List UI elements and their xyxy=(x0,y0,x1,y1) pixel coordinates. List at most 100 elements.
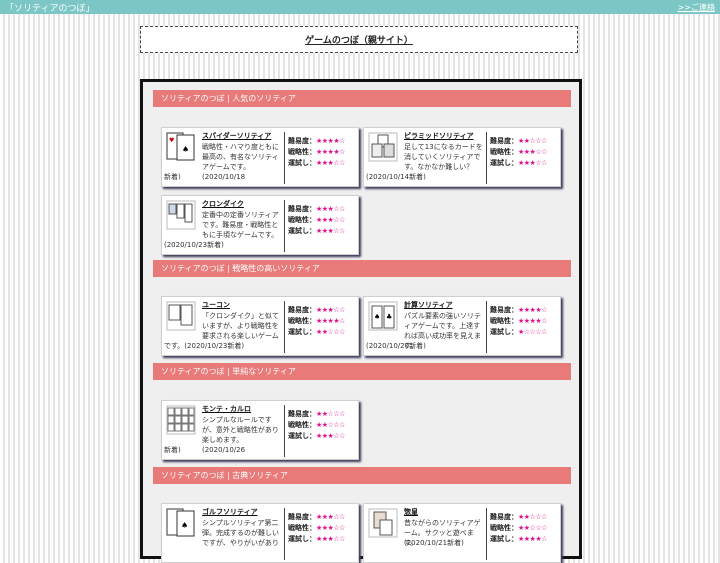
difficulty-stars: ★★★★☆ xyxy=(518,306,547,314)
game-card-calculation[interactable]: ♠ ♣ 計算ソリティア パズル要素の強いソリティアゲームです。上達すれば高い成功率… xyxy=(363,296,561,356)
divider xyxy=(284,508,285,560)
divider xyxy=(486,132,487,184)
strategy-label: 戦略性： xyxy=(288,421,316,429)
ratings: 難易度：★★☆☆☆ 戦略性：★★★☆☆ 運試し：★★★☆☆ xyxy=(490,136,547,169)
strategy-stars: ★★★★☆ xyxy=(316,148,345,156)
divider xyxy=(284,301,285,353)
strategy-stars: ★★☆☆☆ xyxy=(316,421,345,429)
strategy-stars: ★★★☆☆ xyxy=(316,216,345,224)
game-desc: シンプルソリティア第二弾。完成するのが難しいですが、やりがいがあり xyxy=(202,519,279,547)
svg-text:♣: ♣ xyxy=(386,313,392,321)
ratings: 難易度：★★★★☆ 戦略性：★★★★☆ 運試し：★☆☆☆☆ xyxy=(490,305,547,338)
svg-text:♥: ♥ xyxy=(169,137,174,144)
difficulty-label: 難易度： xyxy=(490,137,518,145)
difficulty-label: 難易度： xyxy=(288,513,316,521)
luck-label: 運試し： xyxy=(490,328,518,336)
site-title: 「ソリティアのつぼ」 xyxy=(5,4,95,14)
game-date: (2020/10/20新着) xyxy=(366,342,426,350)
strategy-stars: ★★★★☆ xyxy=(316,317,345,325)
difficulty-label: 難易度： xyxy=(490,306,518,314)
difficulty-stars: ★★☆☆☆ xyxy=(316,410,345,418)
difficulty-stars: ★★★☆☆ xyxy=(316,513,345,521)
section-header-strategic: ソリティアのつぼ | 戦略性の高いソリティア xyxy=(153,260,571,277)
luck-stars: ★★★☆☆ xyxy=(316,159,345,167)
svg-text:♠: ♠ xyxy=(182,145,189,154)
luck-label: 運試し： xyxy=(288,328,316,336)
luck-label: 運試し： xyxy=(288,535,316,543)
divider xyxy=(486,301,487,353)
game-card-golf[interactable]: ♠ ゴルフソリティア シンプルソリティア第二弾。完成するのが難しいですが、やりが… xyxy=(161,503,359,563)
game-card-spider[interactable]: ♠ ♥ スパイダーソリティア 戦略性・ハマり度ともに最高の、有名なソリティアゲーム… xyxy=(161,127,359,187)
game-desc: 戦略性・ハマり度ともに最高の、有名なソリティアゲームです。(2020/10/18 xyxy=(202,143,279,181)
luck-stars: ★★★☆☆ xyxy=(518,159,547,167)
game-list-panel: ソリティアのつぼ | 人気のソリティア ♠ ♥ スパイダーソリティア 戦略性・ハマ… xyxy=(140,79,582,563)
strategy-label: 戦略性： xyxy=(288,216,316,224)
luck-stars: ★★☆☆☆ xyxy=(316,328,345,336)
ratings: 難易度：★★★☆☆ 戦略性：★★★☆☆ 運試し：★★★☆☆ xyxy=(288,512,345,545)
divider xyxy=(284,132,285,184)
monte-carlo-cards-icon xyxy=(166,405,196,435)
strategy-label: 戦略性： xyxy=(490,524,518,532)
game-date: (2020/10/14新着) xyxy=(366,173,426,181)
game-name[interactable]: スパイダーソリティア xyxy=(202,131,271,141)
game-card-pyramid[interactable]: ピラミッドソリティア 足して13になるカードを消していくソリティアです。なかなか… xyxy=(363,127,561,187)
parent-site-link[interactable]: ゲームのつぼ（親サイト） xyxy=(305,33,413,46)
difficulty-stars: ★★★☆☆ xyxy=(316,306,345,314)
game-name[interactable]: ピラミッドソリティア xyxy=(404,131,474,141)
difficulty-label: 難易度： xyxy=(490,513,518,521)
difficulty-label: 難易度： xyxy=(288,205,316,213)
game-date: (2020/10/23新着) xyxy=(164,241,224,249)
luck-stars: ★★★★☆ xyxy=(518,535,547,543)
klondike-cards-icon xyxy=(166,200,196,230)
game-date: です。(2020/10/23新着) xyxy=(164,342,245,350)
divider xyxy=(284,405,285,457)
strategy-label: 戦略性： xyxy=(288,317,316,325)
section-header-classic: ソリティアのつぼ | 古典ソリティア xyxy=(153,467,571,484)
luck-stars: ★★★☆☆ xyxy=(316,535,345,543)
game-name[interactable]: ユーコン xyxy=(202,300,230,310)
difficulty-label: 難易度： xyxy=(288,137,316,145)
strategy-label: 戦略性： xyxy=(288,148,316,156)
game-card-klondike[interactable]: クロンダイク 定番中の定番ソリティアです。難易度・戦略性ともに手頃なゲームです。… xyxy=(161,195,359,255)
luck-stars: ★★★☆☆ xyxy=(316,227,345,235)
ratings: 難易度：★★☆☆☆ 戦略性：★★☆☆☆ 運試し：★★★★☆ xyxy=(490,512,547,545)
pyramid-cards-icon xyxy=(368,132,398,162)
luck-label: 運試し： xyxy=(288,227,316,235)
luck-label: 運試し： xyxy=(490,159,518,167)
game-name[interactable]: モンテ・カルロ xyxy=(202,404,251,414)
difficulty-label: 難易度： xyxy=(288,306,316,314)
difficulty-stars: ★★☆☆☆ xyxy=(518,137,547,145)
strategy-label: 戦略性： xyxy=(490,317,518,325)
luck-stars: ★★★☆☆ xyxy=(316,432,345,440)
difficulty-label: 難易度： xyxy=(288,410,316,418)
game-name[interactable]: クロンダイク xyxy=(202,199,244,209)
game-card-monte-carlo[interactable]: モンテ・カルロ シンプルなルールですが、意外と戦略性があり楽しめます。(2020… xyxy=(161,400,359,460)
game-name[interactable]: 計算ソリティア xyxy=(404,300,453,310)
game-desc: シンプルなルールですが、意外と戦略性があり楽しめます。(2020/10/26 xyxy=(202,416,279,454)
strategy-stars: ★★★☆☆ xyxy=(518,148,547,156)
game-name[interactable]: 惣皇 xyxy=(404,507,418,517)
strategy-stars: ★★★★☆ xyxy=(518,317,547,325)
golf-cards-icon: ♠ xyxy=(166,508,195,537)
calculation-cards-icon: ♠ ♣ xyxy=(368,301,398,331)
game-date: 新着) xyxy=(164,446,181,454)
luck-label: 運試し： xyxy=(288,432,316,440)
game-card-yukon[interactable]: ユーコン 「クロンダイク」と似ていますが、より戦略性を要求される楽しいゲーム で… xyxy=(161,296,359,356)
difficulty-stars: ★★☆☆☆ xyxy=(518,513,547,521)
strategy-label: 戦略性： xyxy=(490,148,518,156)
game-name[interactable]: ゴルフソリティア xyxy=(202,507,258,517)
game-desc: 足して13になるカードを消していくソリティアです。なかなか難しい？ xyxy=(404,143,483,171)
top-bar: 「ソリティアのつぼ」 >>ご連絡 xyxy=(0,0,720,14)
divider xyxy=(284,200,285,252)
svg-text:♠: ♠ xyxy=(374,313,380,321)
contact-link[interactable]: >>ご連絡 xyxy=(678,2,715,13)
divider xyxy=(486,508,487,560)
svg-text:♠: ♠ xyxy=(181,521,188,530)
parent-site-box: ゲームのつぼ（親サイト） xyxy=(140,26,578,53)
ratings: 難易度：★★★☆☆ 戦略性：★★★★☆ 運試し：★★☆☆☆ xyxy=(288,305,345,338)
game-card-souko[interactable]: 惣皇 昔ながらのソリティアゲーム。サクッと遊べます。 (2020/10/21新着… xyxy=(363,503,561,563)
yukon-cards-icon xyxy=(166,301,196,331)
game-date: 新着) xyxy=(164,173,181,181)
difficulty-stars: ★★★★☆ xyxy=(316,137,345,145)
strategy-stars: ★★☆☆☆ xyxy=(518,524,547,532)
